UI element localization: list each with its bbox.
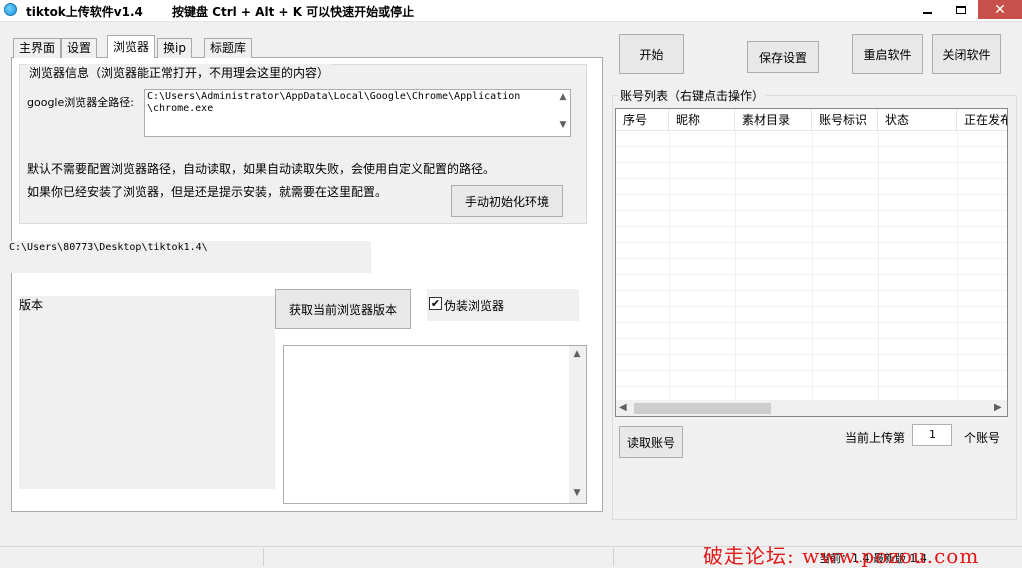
minimize-icon bbox=[922, 11, 932, 14]
table-row bbox=[616, 259, 1007, 275]
tab-change-ip[interactable]: 换ip bbox=[157, 38, 192, 58]
chrome-path-label: google浏览器全路径: bbox=[27, 96, 134, 109]
table-row bbox=[616, 163, 1007, 179]
browser-info-text-1: 默认不需要配置浏览器路径，自动读取，如果自动读取失败，会使用自定义配置的路径。 bbox=[27, 162, 496, 176]
version-panel bbox=[19, 296, 275, 489]
table-row bbox=[616, 371, 1007, 387]
title-bar bbox=[0, 0, 1022, 22]
watermark-text: 破走论坛: www.pozou.com bbox=[703, 544, 980, 568]
tab-browser[interactable]: 浏览器 bbox=[107, 35, 156, 58]
table-row bbox=[616, 243, 1007, 259]
table-row bbox=[616, 307, 1007, 323]
save-settings-button[interactable]: 保存设置 bbox=[747, 41, 819, 73]
close-app-button[interactable]: 关闭软件 bbox=[932, 34, 1001, 74]
table-row bbox=[616, 275, 1007, 291]
table-row bbox=[616, 355, 1007, 371]
desktop-path-text: C:\Users\80773\Desktop\tiktok1.4\ bbox=[9, 241, 371, 273]
account-list-title: 账号列表（右键点击操作） bbox=[618, 87, 767, 104]
app-icon bbox=[4, 3, 17, 16]
browser-info-text-2: 如果你已经安装了浏览器，但是还是提示安装，就需要在这里配置。 bbox=[27, 185, 388, 199]
account-table-header: 序号 昵称 素材目录 账号标识 状态 正在发布 bbox=[616, 109, 1007, 131]
scrollbar-thumb[interactable] bbox=[634, 403, 771, 414]
table-row bbox=[616, 227, 1007, 243]
log-textarea[interactable] bbox=[283, 345, 587, 504]
table-row bbox=[616, 147, 1007, 163]
maximize-icon bbox=[956, 5, 966, 14]
table-row bbox=[616, 291, 1007, 307]
column-header-status[interactable]: 状态 bbox=[878, 109, 957, 131]
tab-settings[interactable]: 设置 bbox=[61, 38, 98, 58]
column-header-material-dir[interactable]: 素材目录 bbox=[735, 109, 812, 131]
window-title: tiktok上传软件v1.4 bbox=[26, 5, 143, 19]
chrome-path-scroll-down-icon[interactable]: ▼ bbox=[556, 120, 570, 130]
status-separator bbox=[263, 548, 264, 566]
upload-position-suffix: 个账号 bbox=[964, 431, 1001, 445]
browser-info-group-title: 浏览器信息（浏览器能正常打开，不用理会这里的内容） bbox=[27, 64, 332, 81]
hotkey-hint: 按键盘 Ctrl + Alt + K 可以快速开始或停止 bbox=[172, 5, 415, 19]
close-icon: ✕ bbox=[994, 1, 1006, 18]
read-accounts-button[interactable]: 读取账号 bbox=[619, 426, 683, 458]
column-header-index[interactable]: 序号 bbox=[616, 109, 669, 131]
table-row bbox=[616, 339, 1007, 355]
init-environment-button[interactable]: 手动初始化环境 bbox=[451, 185, 563, 217]
column-header-publishing[interactable]: 正在发布 bbox=[957, 109, 1007, 131]
start-button[interactable]: 开始 bbox=[619, 34, 684, 74]
column-header-nickname[interactable]: 昵称 bbox=[669, 109, 735, 131]
table-row bbox=[616, 131, 1007, 147]
column-header-account-id[interactable]: 账号标识 bbox=[812, 109, 878, 131]
log-scrollbar[interactable] bbox=[569, 346, 586, 503]
scroll-right-icon[interactable]: ▶ bbox=[994, 402, 1002, 413]
tab-title-library[interactable]: 标题库 bbox=[204, 38, 253, 58]
close-window-button[interactable]: ✕ bbox=[978, 0, 1022, 19]
chrome-path-value[interactable]: C:\Users\Administrator\AppData\Local\Goo… bbox=[147, 91, 547, 135]
tab-main[interactable]: 主界面 bbox=[13, 38, 62, 58]
table-row bbox=[616, 195, 1007, 211]
upload-position-prefix: 当前上传第 bbox=[845, 431, 906, 445]
status-separator bbox=[613, 548, 614, 566]
chrome-path-scroll-up-icon[interactable]: ▲ bbox=[556, 92, 570, 102]
get-browser-version-button[interactable]: 获取当前浏览器版本 bbox=[275, 289, 411, 329]
upload-index-input[interactable]: 1 bbox=[912, 424, 952, 446]
restart-app-button[interactable]: 重启软件 bbox=[852, 34, 923, 74]
fake-browser-label[interactable]: 伪装浏览器 bbox=[444, 297, 504, 314]
fake-browser-checkbox[interactable]: ✔ bbox=[429, 297, 442, 310]
log-scroll-up-icon[interactable]: ▲ bbox=[570, 349, 584, 359]
account-table[interactable]: 序号 昵称 素材目录 账号标识 状态 正在发布 ◀ ▶ bbox=[615, 108, 1008, 417]
table-row bbox=[616, 179, 1007, 195]
maximize-button[interactable] bbox=[944, 0, 978, 19]
version-label: 版本 bbox=[19, 298, 44, 312]
table-row bbox=[616, 323, 1007, 339]
log-scroll-down-icon[interactable]: ▼ bbox=[570, 488, 584, 498]
minimize-button[interactable] bbox=[914, 0, 940, 19]
table-horizontal-scrollbar[interactable]: ◀ ▶ bbox=[616, 400, 1007, 416]
scroll-left-icon[interactable]: ◀ bbox=[619, 402, 627, 413]
table-row bbox=[616, 211, 1007, 227]
